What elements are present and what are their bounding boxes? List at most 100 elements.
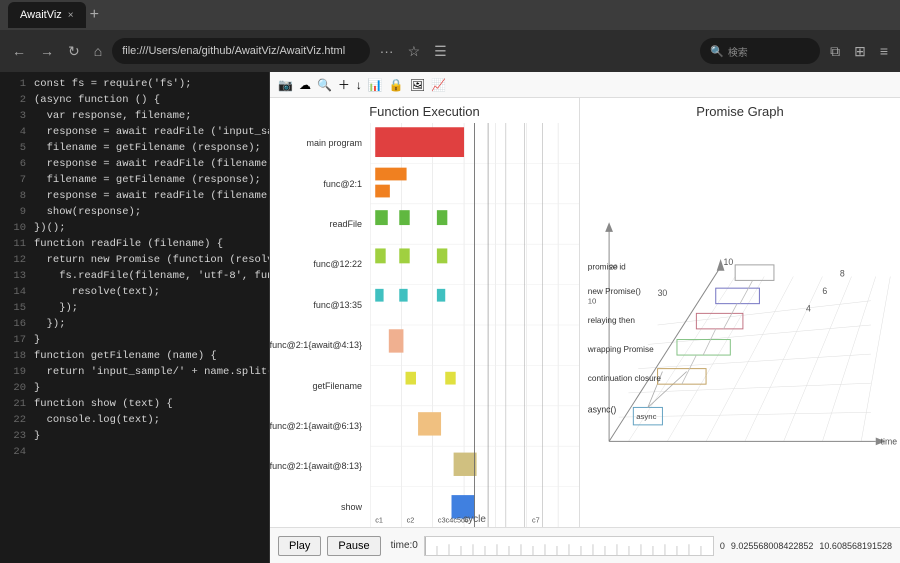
line-number: 10 — [4, 220, 26, 236]
bookmark-star[interactable]: ☆ — [404, 41, 425, 62]
active-tab[interactable]: AwaitViz × — [8, 2, 86, 28]
more-button[interactable]: ··· — [376, 41, 398, 61]
search-bar[interactable]: 🔍 検索 — [700, 38, 820, 64]
code-line: 13 fs.readFile(filename, 'utf-8', functi… — [0, 268, 269, 284]
bar-func2-1b — [375, 185, 390, 198]
bar-func2-1 — [375, 168, 406, 181]
bar-func12-22b — [399, 248, 409, 263]
bar-func12-22c — [437, 248, 447, 263]
bar-getfilename — [406, 372, 416, 385]
reload-button[interactable]: ↻ — [64, 41, 84, 62]
image-icon[interactable]: 🖼 — [410, 78, 425, 92]
svg-text:continuation closure: continuation closure — [588, 374, 662, 383]
bar-getfilename2 — [445, 372, 455, 385]
svg-text:promise id: promise id — [588, 263, 626, 272]
pause-button[interactable]: Pause — [327, 536, 380, 556]
code-text: var response, filename; — [34, 108, 192, 124]
code-line: 5 filename = getFilename (response); — [0, 140, 269, 156]
func-label-item: func@13:35 — [274, 285, 366, 325]
code-panel: 1const fs = require('fs');2 (async functi… — [0, 72, 270, 563]
code-line: 3 var response, filename; — [0, 108, 269, 124]
func-label-item: main program — [274, 123, 366, 163]
timeline-end2: 10.608568191528 — [819, 541, 892, 551]
code-line: 19 return 'input_sample/' + name.split('… — [0, 364, 269, 380]
svg-text:10: 10 — [724, 257, 734, 267]
cloud-icon[interactable]: ☁ — [299, 78, 311, 92]
bar-await8 — [454, 453, 477, 476]
line-number: 8 — [4, 188, 26, 204]
tabs-button[interactable]: ⊞ — [850, 41, 870, 62]
chart-icon[interactable]: 📊 — [368, 78, 383, 92]
code-line: 14 resolve(text); — [0, 284, 269, 300]
promise-3d-area: time 10 8 6 4 30 async — [580, 123, 900, 527]
func-exec-title: Function Execution — [270, 98, 579, 123]
code-line: 24 — [0, 444, 269, 460]
bottom-controls: Play Pause time:0 — [270, 527, 900, 563]
func-label-item: func@12:22 — [274, 244, 366, 284]
func-exec-svg: c1 c2 c3c4c5c6 c7 — [370, 123, 579, 527]
line-number: 18 — [4, 348, 26, 364]
tab-close-button[interactable]: × — [68, 10, 74, 21]
svg-text:30: 30 — [658, 288, 668, 298]
search-icon: 🔍 — [710, 45, 724, 58]
sidebar-button[interactable]: ⧉ — [826, 41, 844, 62]
bar-readfile — [375, 210, 388, 225]
back-button[interactable]: ← — [8, 41, 30, 61]
lock-icon[interactable]: 🔒 — [389, 78, 404, 92]
home-button[interactable]: ⌂ — [90, 41, 106, 61]
code-line: 1const fs = require('fs'); — [0, 76, 269, 92]
code-text: })(); — [34, 220, 66, 236]
line-number: 9 — [4, 204, 26, 220]
svg-text:6: 6 — [822, 286, 827, 296]
code-line: 17} — [0, 332, 269, 348]
search-placeholder: 検索 — [728, 44, 748, 59]
new-tab-button[interactable]: + — [90, 6, 99, 24]
promise-graph-svg: time 10 8 6 4 30 async — [580, 123, 900, 527]
zoom-in-icon[interactable]: 🔍 — [317, 78, 332, 92]
browser-chrome: AwaitViz × + ← → ↻ ⌂ file:///Users/ena/g… — [0, 0, 900, 72]
svg-text:wrapping Promise: wrapping Promise — [587, 345, 654, 354]
bar-func13-35c — [437, 289, 445, 302]
code-line: 20} — [0, 380, 269, 396]
svg-text:async: async — [636, 412, 656, 421]
code-text: console.log(text); — [34, 412, 160, 428]
reader-button[interactable]: ☰ — [430, 41, 451, 62]
code-line: 21function show (text) { — [0, 396, 269, 412]
code-text: (async function () { — [34, 92, 160, 108]
func-label-item: getFilename — [274, 366, 366, 406]
code-line: 4 response = await readFile ('input_samp… — [0, 124, 269, 140]
svg-text:time: time — [881, 436, 898, 446]
code-line: 22 console.log(text); — [0, 412, 269, 428]
bar-func13-35 — [375, 289, 383, 302]
tab-title: AwaitViz — [20, 9, 62, 21]
timeline-bar[interactable] — [424, 536, 714, 556]
forward-button[interactable]: → — [36, 41, 58, 61]
code-line: 7 filename = getFilename (response); — [0, 172, 269, 188]
line-number: 17 — [4, 332, 26, 348]
line-number: 2 — [4, 92, 26, 108]
url-text: file:///Users/ena/github/AwaitViz/AwaitV… — [122, 45, 345, 57]
code-text: }); — [34, 300, 78, 316]
line-number: 21 — [4, 396, 26, 412]
code-line: 23} — [0, 428, 269, 444]
func-exec-chart: main programfunc@2:1readFilefunc@12:22fu… — [270, 123, 579, 527]
bar-readfile2 — [399, 210, 409, 225]
line-number: 5 — [4, 140, 26, 156]
menu-button[interactable]: ≡ — [876, 41, 892, 61]
play-button[interactable]: Play — [278, 536, 321, 556]
add-icon[interactable]: ＋ — [338, 76, 350, 93]
svg-text:20: 20 — [609, 263, 618, 272]
line-number: 4 — [4, 124, 26, 140]
download-icon[interactable]: ↓ — [356, 78, 362, 92]
line-number: 24 — [4, 444, 26, 460]
bar-await4 — [389, 329, 404, 352]
func-label-item: func@2:1{await@6:13} — [274, 406, 366, 446]
address-bar[interactable]: file:///Users/ena/github/AwaitViz/AwaitV… — [112, 38, 369, 64]
graph-icon[interactable]: 📈 — [431, 78, 446, 92]
code-line: 16 }); — [0, 316, 269, 332]
code-line: 15 }); — [0, 300, 269, 316]
code-text: function readFile (filename) { — [34, 236, 223, 252]
func-exec-svg-container: c1 c2 c3c4c5c6 c7 cycle — [370, 123, 579, 527]
screenshot-icon[interactable]: 📷 — [278, 78, 293, 92]
code-text: fs.readFile(filename, 'utf-8', function … — [34, 268, 270, 284]
